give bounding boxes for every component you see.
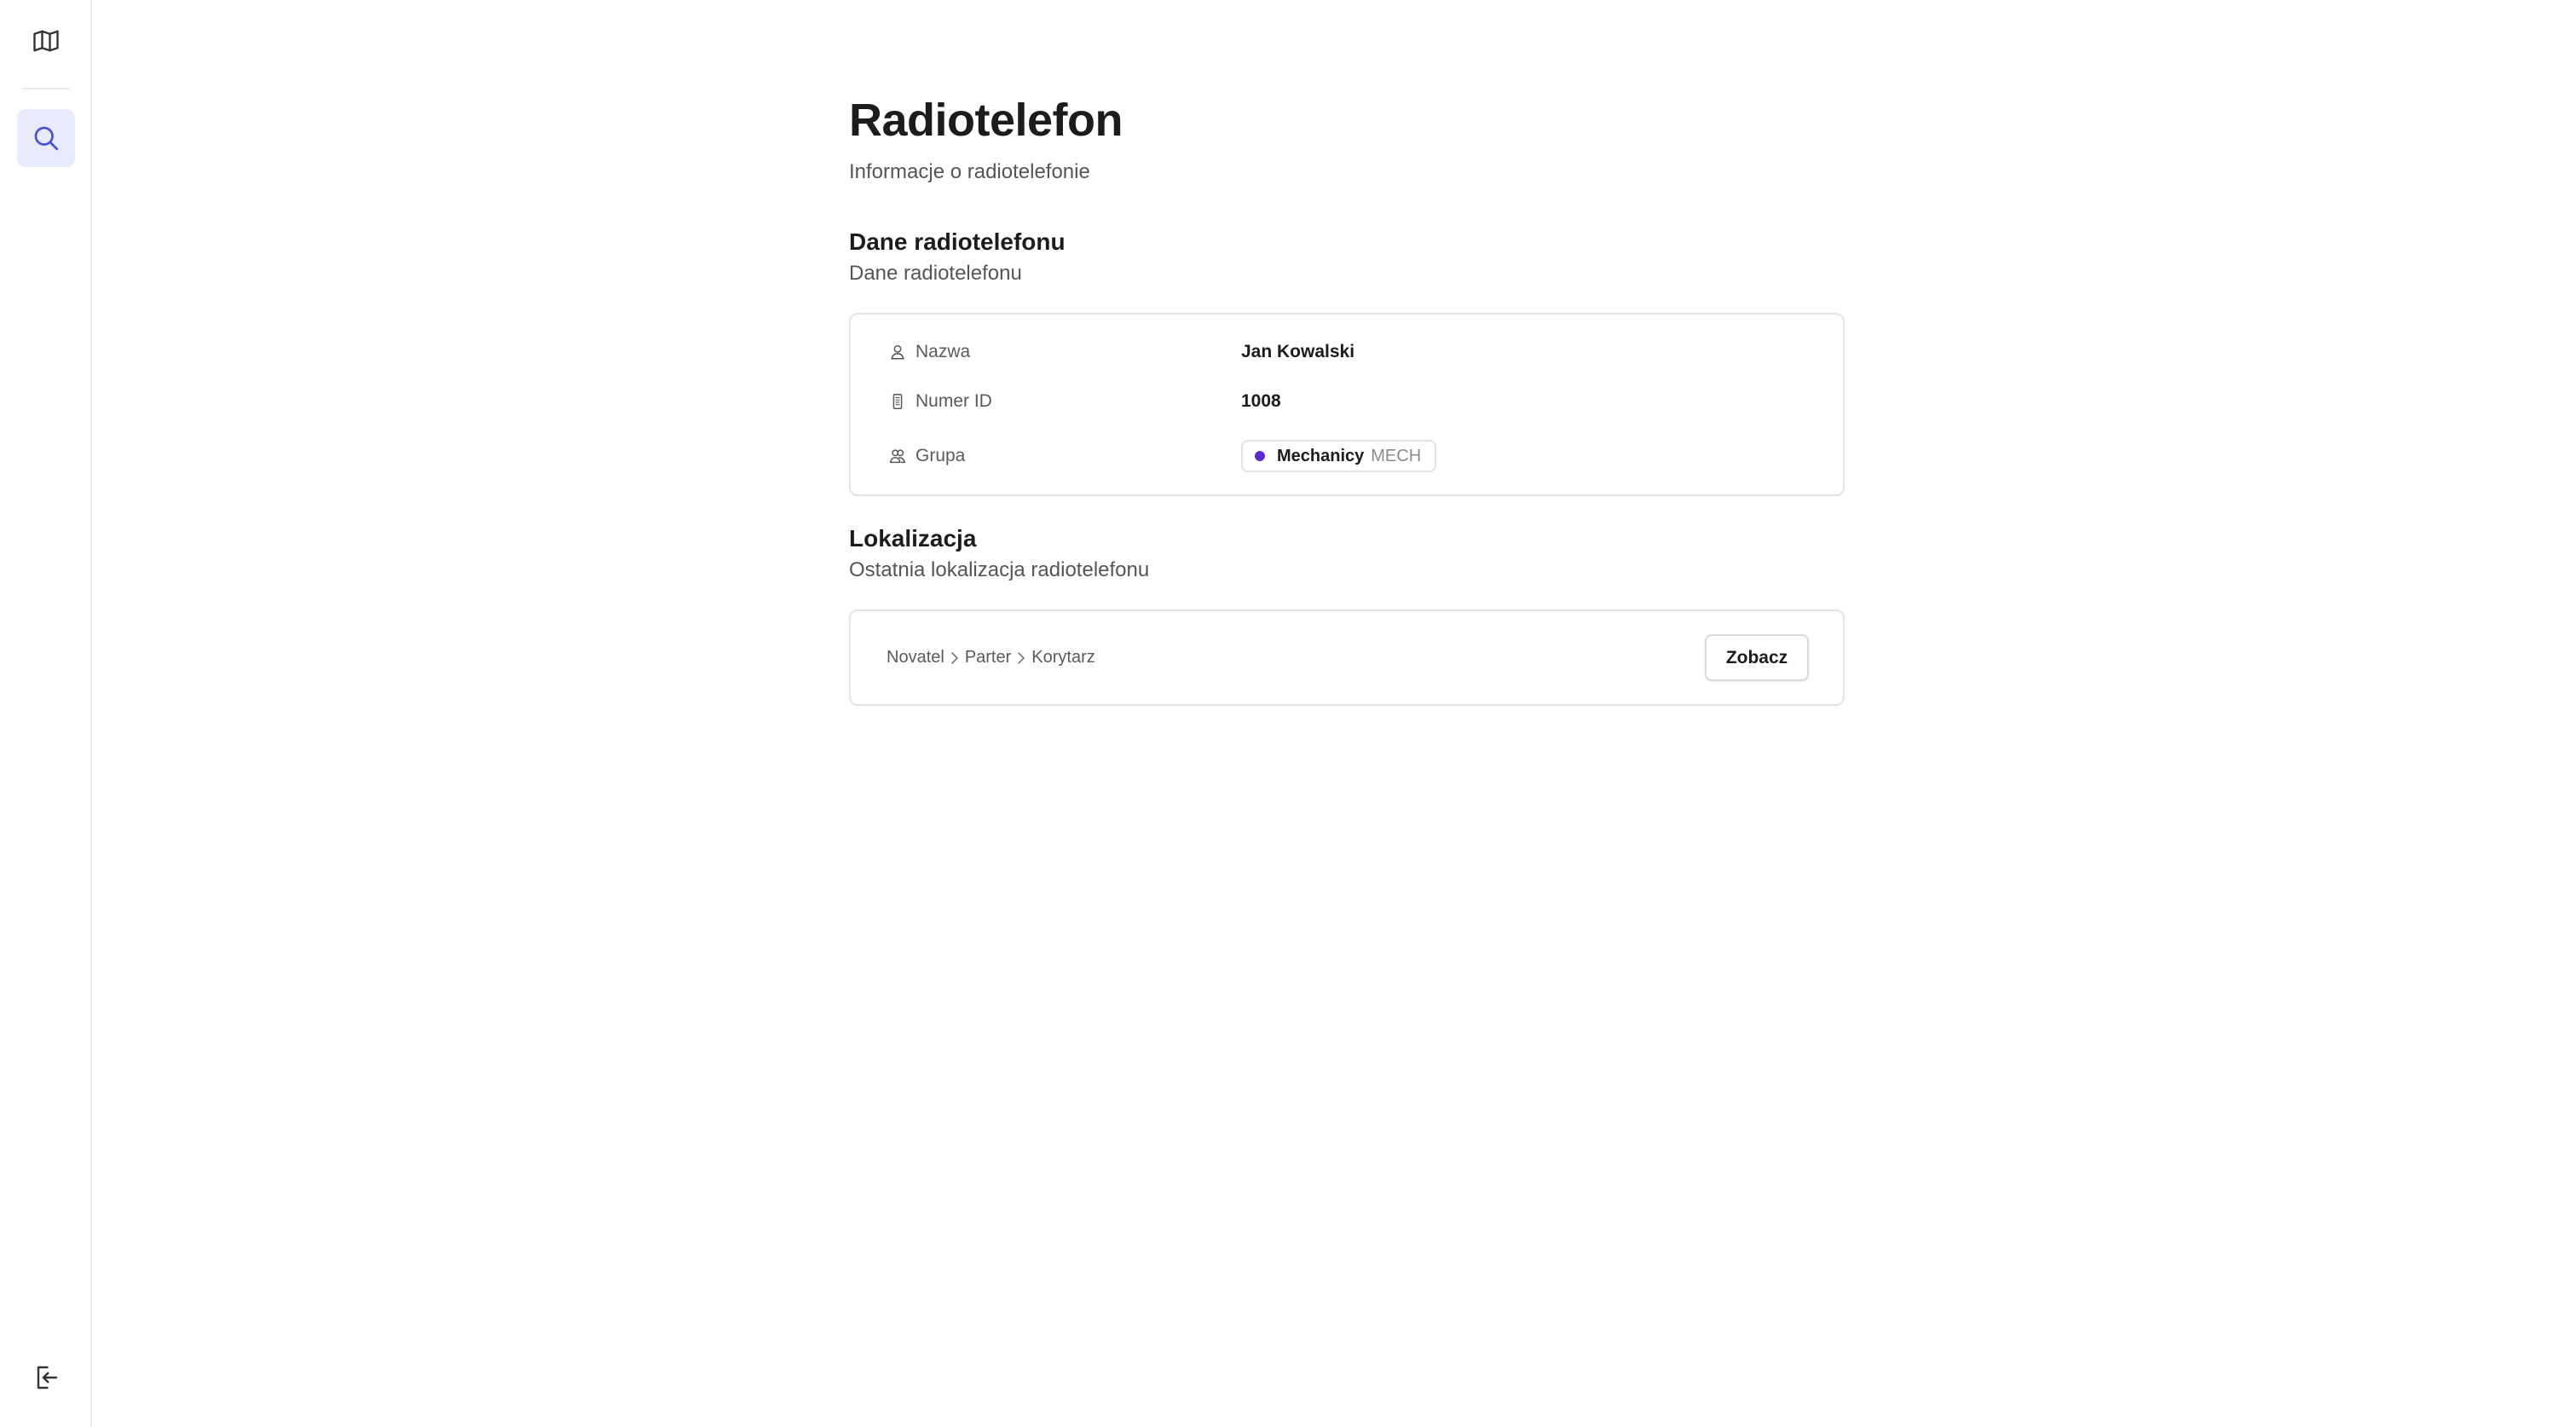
breadcrumb-item[interactable]: Korytarz — [1031, 648, 1095, 667]
map-icon — [33, 30, 59, 52]
location-card: Novatel Parter Korytarz Zobacz — [849, 610, 1845, 706]
location-section-subtitle: Ostatnia lokalizacja radiotelefonu — [849, 558, 1150, 581]
detail-label-text: Numer ID — [915, 391, 992, 411]
detail-label: Grupa — [888, 446, 1241, 466]
detail-label-text: Nazwa — [915, 342, 971, 361]
view-location-button[interactable]: Zobacz — [1705, 634, 1809, 681]
detail-row-group: Grupa Mechanicy MECH — [888, 439, 1809, 473]
page-subtitle: Informacje o radiotelefonie — [849, 160, 1090, 183]
detail-row-name: Nazwa Jan Kowalski — [888, 335, 1809, 369]
page-title: Radiotelefon — [849, 95, 1123, 146]
group-color-dot — [1255, 451, 1265, 461]
sidebar-divider — [22, 88, 70, 90]
users-icon — [889, 449, 906, 464]
details-section-title: Dane radiotelefonu — [849, 228, 1066, 255]
group-badge: Mechanicy MECH — [1241, 440, 1437, 472]
breadcrumb-item[interactable]: Novatel — [887, 648, 944, 667]
search-nav-button[interactable] — [17, 109, 75, 167]
logout-button[interactable] — [17, 1349, 75, 1407]
group-code: MECH — [1371, 446, 1422, 465]
detail-label: Numer ID — [888, 391, 1241, 412]
search-icon — [34, 126, 59, 151]
detail-value-id: 1008 — [1241, 391, 1281, 411]
user-icon — [891, 344, 904, 360]
group-name: Mechanicy — [1277, 446, 1365, 465]
details-section-subtitle: Dane radiotelefonu — [849, 262, 1022, 285]
chevron-right-icon — [951, 651, 958, 664]
location-breadcrumb: Novatel Parter Korytarz — [887, 611, 1095, 704]
detail-label-text: Grupa — [915, 446, 966, 465]
map-nav-button[interactable] — [17, 12, 75, 70]
device-icon — [892, 394, 903, 409]
detail-value-name: Jan Kowalski — [1241, 342, 1355, 361]
detail-row-id: Numer ID 1008 — [888, 384, 1809, 419]
sidebar — [0, 0, 92, 1427]
location-section-title: Lokalizacja — [849, 525, 977, 552]
detail-label: Nazwa — [888, 342, 1241, 362]
chevron-right-icon — [1018, 651, 1025, 664]
breadcrumb-item[interactable]: Parter — [965, 648, 1011, 667]
details-card: Nazwa Jan Kowalski Numer ID 1008 Grupa M… — [849, 313, 1845, 496]
logout-icon — [37, 1366, 58, 1389]
